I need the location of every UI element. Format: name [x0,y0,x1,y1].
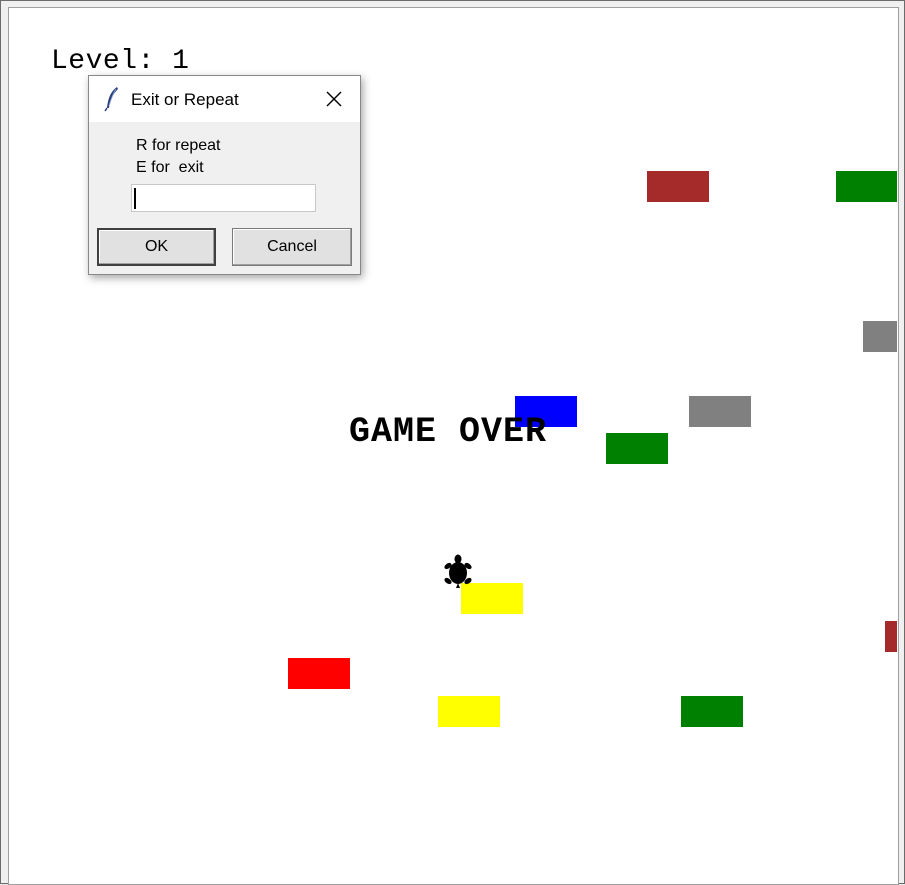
block-green-3 [681,696,743,727]
close-icon[interactable] [323,88,345,110]
prompt-exit-line: E for exit [136,159,204,176]
game-over-text: GAME OVER [349,412,548,452]
turtle-icon [444,554,472,588]
block-red-1 [288,658,350,689]
dialog-titlebar[interactable]: Exit or Repeat [89,76,360,122]
answer-input[interactable] [131,184,316,212]
feather-icon [104,87,118,112]
ok-button[interactable]: OK [97,228,216,266]
block-gray-1 [863,321,897,352]
exit-or-repeat-dialog: Exit or Repeat R for repeat E for exit O… [88,75,361,275]
block-green-2 [606,433,668,464]
block-green-1 [836,171,897,202]
block-gray-2 [689,396,751,427]
cancel-button[interactable]: Cancel [232,228,352,266]
block-brown-2 [885,621,897,652]
block-yellow-2 [438,696,500,727]
dialog-title: Exit or Repeat [131,90,239,109]
text-caret [134,188,136,209]
block-brown-1 [647,171,709,202]
prompt-repeat-line: R for repeat [136,137,221,154]
level-indicator: Level: 1 [51,46,190,77]
